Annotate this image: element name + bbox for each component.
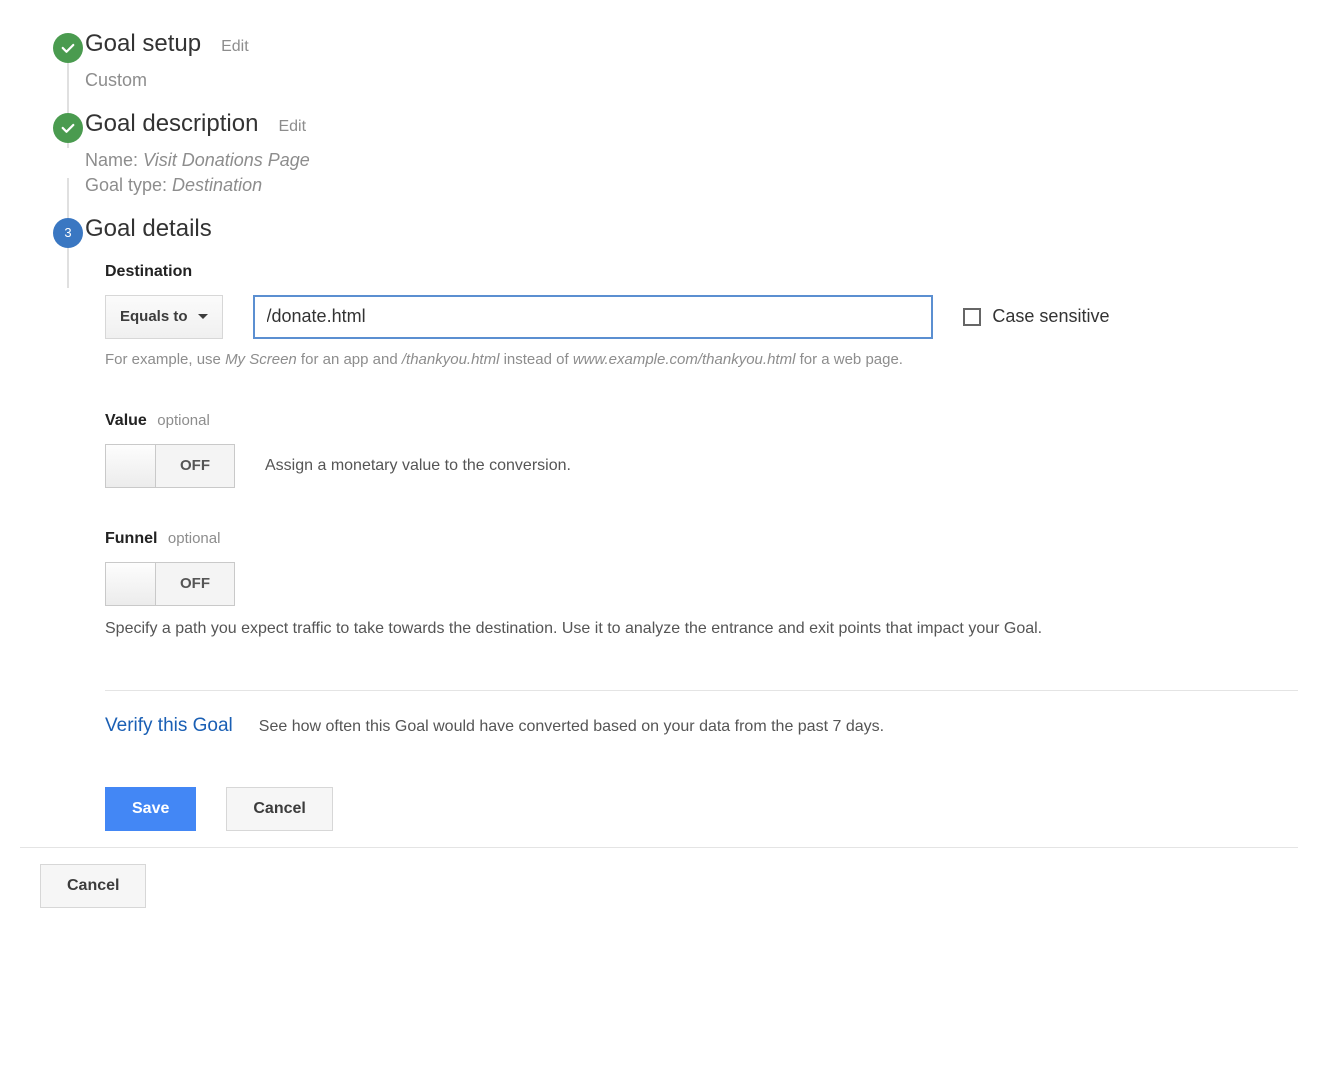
value-help: Assign a monetary value to the conversio… [265,457,571,475]
helper-text: For example, use [105,351,225,368]
save-button[interactable]: Save [105,787,196,831]
funnel-heading: Funnel [105,530,157,547]
helper-text: for an app and [297,351,402,368]
helper-text: www.example.com/thankyou.html [573,351,796,368]
toggle-knob [106,445,156,487]
value-optional: optional [157,412,210,429]
check-icon [53,33,83,63]
divider [105,690,1298,691]
verify-description: See how often this Goal would have conve… [259,718,884,736]
destination-section: Destination Equals to Case sensitive For… [105,263,1298,370]
desc-name-value: Visit Donations Page [143,150,310,170]
action-buttons: Save Cancel [105,787,1298,831]
cancel-button[interactable]: Cancel [226,787,332,831]
desc-type-value: Destination [172,175,262,195]
step-goal-details: 3 Goal details [20,215,1298,243]
step-setup-subtitle: Custom [85,68,1298,92]
case-sensitive-checkbox[interactable] [963,308,981,326]
value-heading: Value [105,412,147,429]
chevron-down-icon [198,314,208,319]
toggle-knob [106,563,156,605]
destination-helper: For example, use My Screen for an app an… [105,349,1298,370]
footer-divider [20,847,1298,848]
verify-row: Verify this Goal See how often this Goal… [105,715,1298,737]
helper-text: instead of [499,351,572,368]
helper-text: for a web page. [795,351,903,368]
case-sensitive-label: Case sensitive [992,306,1109,326]
step-description-title: Goal description [85,110,258,138]
footer-cancel-button[interactable]: Cancel [40,864,146,908]
step-number: 3 [64,225,71,240]
step-setup-title: Goal setup [85,30,201,58]
verify-goal-link[interactable]: Verify this Goal [105,715,233,737]
helper-text: My Screen [225,351,297,368]
step-goal-setup: Goal setup Edit Custom [20,30,1298,92]
funnel-help: Specify a path you expect traffic to tak… [105,618,1135,640]
funnel-toggle-state: OFF [156,563,234,605]
desc-type-label: Goal type: [85,175,172,195]
value-section: Value optional OFF Assign a monetary val… [105,412,1298,488]
funnel-toggle[interactable]: OFF [105,562,235,606]
edit-description-link[interactable]: Edit [278,118,306,136]
destination-heading: Destination [105,263,1298,281]
destination-input[interactable] [253,295,933,339]
match-type-dropdown[interactable]: Equals to [105,295,223,339]
funnel-optional: optional [168,530,221,547]
match-type-label: Equals to [120,308,188,325]
check-icon [53,113,83,143]
desc-name-label: Name: [85,150,143,170]
value-toggle[interactable]: OFF [105,444,235,488]
value-toggle-state: OFF [156,445,234,487]
helper-text: /thankyou.html [402,351,500,368]
step-number-badge: 3 [53,218,83,248]
step-description-summary: Name: Visit Donations Page Goal type: De… [85,148,1298,197]
step-details-title: Goal details [85,215,212,243]
funnel-section: Funnel optional OFF Specify a path you e… [105,530,1298,640]
step-goal-description: Goal description Edit Name: Visit Donati… [20,110,1298,197]
edit-setup-link[interactable]: Edit [221,38,249,56]
